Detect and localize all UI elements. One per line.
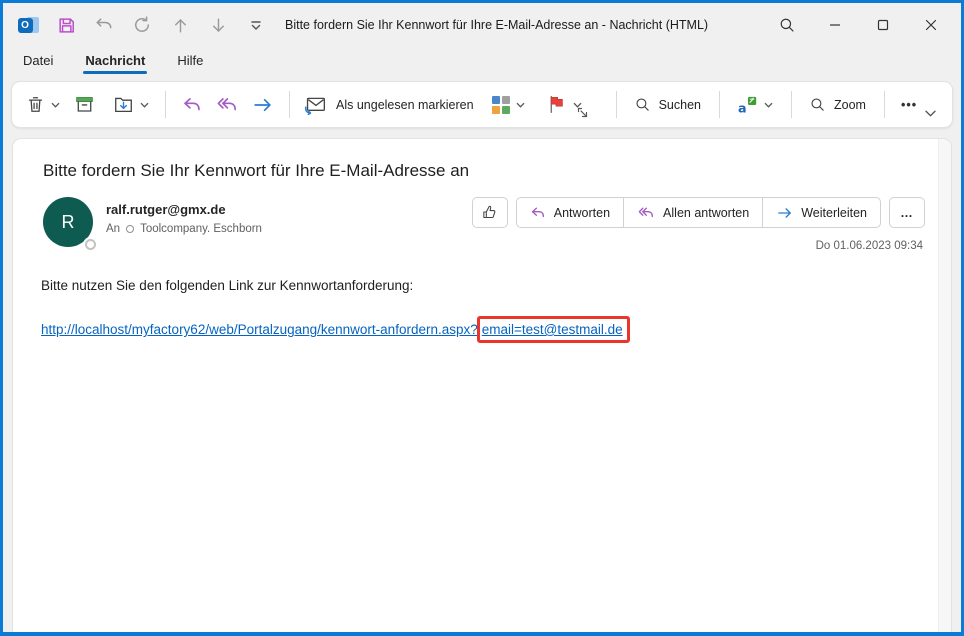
outlook-app-icon: O — [17, 14, 39, 36]
window-title: Bitte fordern Sie Ihr Kennwort für Ihre … — [285, 18, 709, 32]
title-bar: O Bitte fordern Sie Ihr Kennwort für Ihr… — [3, 3, 961, 47]
quick-access-toolbar: O — [17, 14, 267, 36]
flag-icon — [550, 95, 563, 114]
reply-all-icon — [217, 97, 236, 110]
translate-button[interactable]: a — [737, 95, 773, 115]
reply-button[interactable] — [182, 96, 202, 114]
reply-all-label: Allen antworten — [663, 205, 750, 220]
trash-icon — [28, 97, 43, 112]
presence-indicator-icon — [85, 239, 96, 250]
move-to-folder-icon — [115, 97, 132, 113]
chevron-down-icon — [140, 102, 149, 108]
reply-all-icon — [638, 207, 654, 217]
reply-label: Antworten — [553, 205, 611, 220]
down-arrow-icon[interactable] — [207, 14, 229, 36]
undo-icon[interactable] — [93, 14, 115, 36]
more-commands-icon[interactable]: ••• — [901, 98, 917, 112]
mark-unread-button[interactable]: Als ungelesen markieren — [304, 95, 474, 115]
ribbon-search-button[interactable]: Suchen — [634, 96, 701, 113]
redo-icon[interactable] — [131, 14, 153, 36]
ribbon-divider — [718, 91, 720, 118]
forward-label: Weiterleiten — [801, 205, 867, 220]
forward-button-header[interactable]: Weiterleiten — [762, 197, 881, 228]
ellipsis-icon: … — [900, 205, 914, 220]
message-subject: Bitte fordern Sie Ihr Kennwort für Ihre … — [43, 161, 470, 180]
up-arrow-icon[interactable] — [169, 14, 191, 36]
thumbs-up-icon — [483, 205, 496, 219]
ribbon-divider — [615, 91, 617, 118]
message-header: R ralf.rutger@gmx.de An Toolcompany. Esc… — [43, 197, 925, 252]
body-intro-text: Bitte nutzen Sie den folgenden Link zur … — [41, 278, 414, 293]
password-request-link[interactable]: http://localhost/myfactory62/web/Portalz… — [41, 316, 630, 343]
mark-unread-label: Als ungelesen markieren — [336, 97, 474, 112]
close-button[interactable] — [907, 6, 955, 44]
chevron-down-icon — [516, 102, 525, 108]
message-date: Do 01.06.2023 09:34 — [815, 240, 923, 252]
like-button[interactable] — [471, 197, 508, 228]
tags-dialog-launcher-icon[interactable] — [577, 105, 588, 123]
ribbon-card: Als ungelesen markieren Suchen a Zoom ••… — [11, 81, 953, 128]
customize-quick-access-icon[interactable] — [245, 14, 267, 36]
reply-icon — [531, 207, 544, 217]
chevron-down-icon — [764, 102, 773, 108]
ribbon-divider — [165, 91, 166, 118]
move-to-folder-button[interactable] — [113, 95, 149, 114]
ribbon-divider — [790, 91, 792, 118]
maximize-button[interactable] — [859, 6, 907, 44]
archive-button[interactable] — [74, 95, 95, 114]
svg-text:a: a — [738, 100, 747, 115]
reply-all-button-header[interactable]: Allen antworten — [623, 197, 764, 228]
chevron-down-icon — [51, 102, 60, 108]
zoom-label: Zoom — [833, 97, 866, 112]
to-label: An — [106, 223, 121, 235]
delete-button[interactable] — [26, 95, 60, 114]
menu-item-datei[interactable]: Datei — [23, 53, 53, 74]
ribbon-divider — [289, 91, 290, 118]
search-icon[interactable] — [763, 6, 811, 44]
unread-envelope-icon — [304, 97, 326, 115]
zoom-button[interactable]: Zoom — [809, 96, 866, 113]
reply-button-header[interactable]: Antworten — [515, 197, 625, 228]
minimize-button[interactable] — [811, 6, 859, 44]
forward-icon — [254, 98, 271, 111]
recipient-presence-icon — [126, 225, 135, 233]
save-icon[interactable] — [55, 14, 77, 36]
zoom-magnifier-icon — [811, 98, 824, 111]
sender-avatar[interactable]: R — [43, 197, 96, 250]
forward-icon — [778, 207, 792, 218]
categorize-icon — [491, 95, 510, 114]
message-body: Bitte nutzen Sie den folgenden Link zur … — [41, 278, 925, 343]
menu-item-nachricht[interactable]: Nachricht — [83, 53, 148, 74]
forward-button[interactable] — [252, 96, 273, 114]
scrollbar[interactable] — [938, 139, 951, 632]
search-label: Suchen — [658, 97, 701, 112]
translate-icon: a — [738, 96, 757, 115]
archive-icon — [76, 97, 93, 112]
menu-bar: Datei Nachricht Hilfe — [3, 47, 961, 80]
collapse-ribbon-icon[interactable] — [925, 104, 936, 122]
outlook-message-window: O Bitte fordern Sie Ihr Kennwort für Ihr… — [0, 0, 964, 636]
reply-all-button[interactable] — [216, 96, 238, 114]
categorize-button[interactable] — [491, 95, 525, 114]
sender-email[interactable]: ralf.rutger@gmx.de — [106, 202, 262, 217]
more-actions-button[interactable]: … — [889, 197, 925, 228]
reply-icon — [184, 97, 200, 110]
ribbon-divider — [883, 91, 885, 118]
recipient-name[interactable]: Toolcompany. Eschborn — [140, 223, 262, 235]
message-pane: Bitte fordern Sie Ihr Kennwort für Ihre … — [12, 138, 952, 632]
search-icon — [636, 98, 649, 111]
menu-item-hilfe[interactable]: Hilfe — [177, 53, 203, 74]
highlight-annotation-box: email=test@testmail.de — [476, 316, 630, 343]
ribbon: Als ungelesen markieren Suchen a Zoom ••… — [3, 80, 961, 138]
